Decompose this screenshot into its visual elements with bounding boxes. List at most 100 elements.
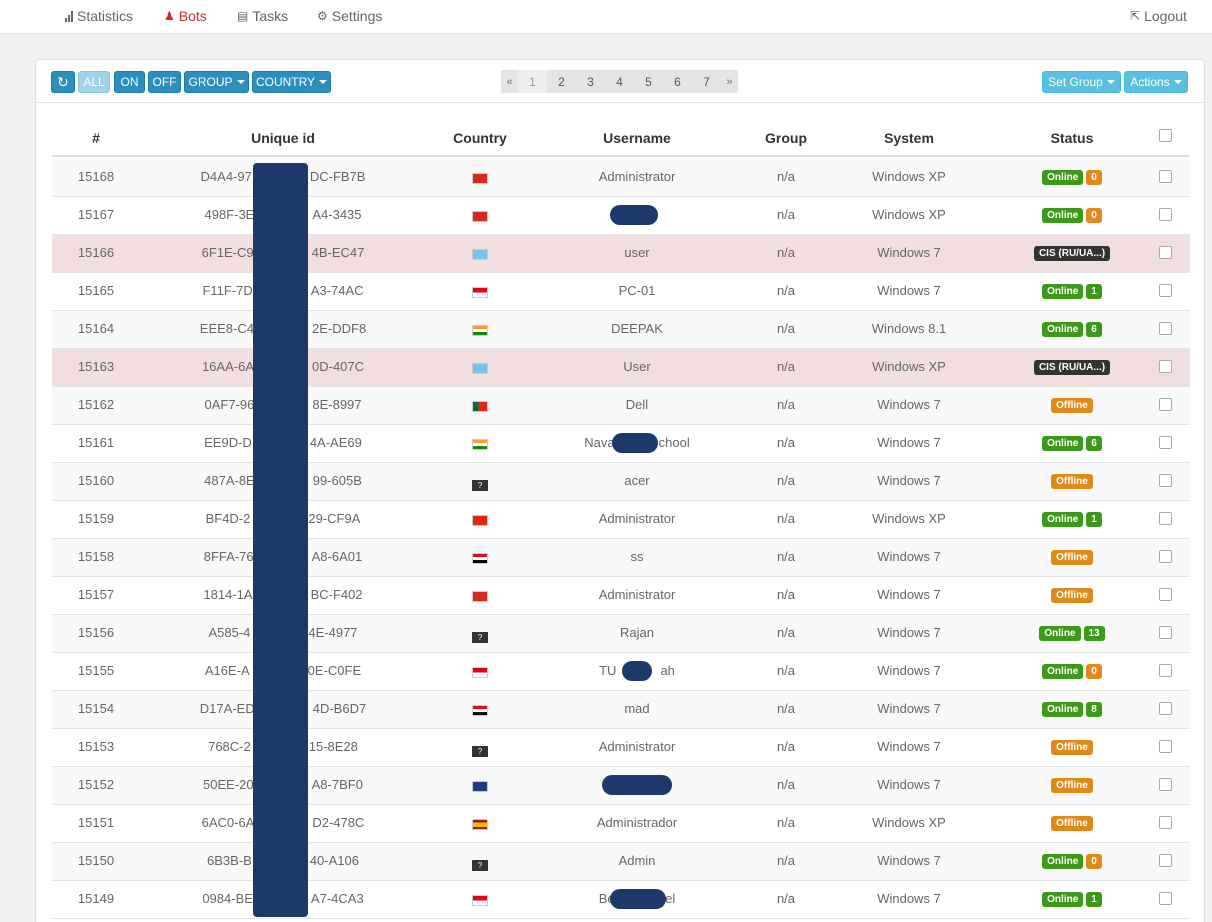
table-row[interactable]: 15164 EEE8-C4 2E-DDF8 DEEPAK n/a Windows … [52,311,1190,349]
row-checkbox[interactable] [1156,892,1174,908]
task-count-badge: 6 [1086,322,1102,337]
country-flag [452,248,508,263]
table-row[interactable]: 15155 A16E-A 0E-C0FE TU ah n/a Windows 7 O… [52,653,1190,691]
status: Online 1 [992,512,1152,527]
pagination-page-7[interactable]: 7 [692,70,721,93]
row-checkbox[interactable] [1156,816,1174,832]
row-checkbox[interactable] [1156,170,1174,186]
pagination-page-1[interactable]: 1 [518,70,547,93]
row-checkbox[interactable] [1156,208,1174,224]
table-row[interactable]: 15166 6F1E-C9 4B-EC47 user n/a Windows 7 … [52,235,1190,273]
caret-down-icon [236,80,245,84]
flag-kazakhstan-icon [472,363,488,374]
pagination-page-3[interactable]: 3 [576,70,605,93]
group: n/a [776,359,796,374]
username-text: Administrador [596,815,678,830]
select-all-checkbox[interactable] [1156,129,1174,145]
table-row[interactable]: 15165 F11F-7D A3-74AC PC-01 n/a Windows 7… [52,273,1190,311]
row-checkbox[interactable] [1156,702,1174,718]
actions-label: Actions [1130,75,1170,89]
pagination-prev[interactable]: « [501,70,518,93]
unique-id-tail: 4B-EC47 [311,245,365,260]
set-group-button[interactable]: Set Group [1042,71,1121,93]
filter-off-button[interactable]: OFF [148,71,181,93]
status-badge-online: Online [1042,170,1084,185]
header-group: Group [765,130,807,146]
row-checkbox[interactable] [1156,626,1174,642]
unique-id-head: 50EE-20 [203,777,254,792]
group: n/a [776,625,796,640]
nav-logout[interactable]: ⇱ Logout [1130,6,1187,26]
status-badge-offline: Offline [1051,398,1093,413]
row-checkbox[interactable] [1156,398,1174,414]
table-row[interactable]: 15168 D4A4-97 DC-FB7B Administrator n/a W… [52,159,1190,197]
username-text: user [624,245,650,260]
row-checkbox[interactable] [1156,436,1174,452]
nav-settings[interactable]: ⚙ Settings [317,6,382,26]
nav-bots[interactable]: ♟ Bots [164,6,207,26]
table-row[interactable]: 15157 1814-1A BC-F402 Administrator n/a W… [52,577,1190,615]
status-badge-offline: Offline [1051,474,1093,489]
table-row[interactable]: 15153 768C-2 15-8E28 ? Administrator n/a … [52,729,1190,767]
row-checkbox[interactable] [1156,246,1174,262]
flag-vietnam-icon [472,173,488,184]
bots-table-header: # Unique id Country Username Group Syste… [52,120,1190,157]
row-checkbox[interactable] [1156,284,1174,300]
row-checkbox[interactable] [1156,550,1174,566]
table-row[interactable]: 15156 A585-4 4E-4977 ? Rajan n/a Windows … [52,615,1190,653]
actions-button[interactable]: Actions [1124,71,1188,93]
row-checkbox[interactable] [1156,360,1174,376]
row-checkbox[interactable] [1156,512,1174,528]
username: Admin [552,853,722,868]
filter-on-button[interactable]: ON [114,71,145,93]
flag-unknown-icon: ? [472,860,488,871]
system: Windows 7 [877,701,941,716]
group: n/a [776,739,796,754]
country-flag [452,666,508,681]
flag-portugal-icon [472,401,488,412]
username: mad [552,701,722,716]
pagination-page-2[interactable]: 2 [547,70,576,93]
group-dropdown-button[interactable]: GROUP [184,71,249,93]
table-row[interactable]: 15158 8FFA-76 A8-6A01 ss n/a Windows 7 Of… [52,539,1190,577]
nav-statistics[interactable]: Statistics [65,6,133,26]
unique-id-head: EE9D-D [204,435,252,450]
row-checkbox[interactable] [1156,854,1174,870]
row-checkbox[interactable] [1156,474,1174,490]
country-dropdown-button[interactable]: COUNTRY [252,71,331,93]
unique-id-head: 498F-3E [204,207,255,222]
row-checkbox[interactable] [1156,740,1174,756]
table-row[interactable]: 15151 6AC0-6A D2-478C Administrador n/a W… [52,805,1190,843]
unique-id-tail: A4-3435 [312,207,362,222]
pagination-page-6[interactable]: 6 [663,70,692,93]
status: Online 0 [992,208,1152,223]
row-checkbox[interactable] [1156,664,1174,680]
table-row[interactable]: 15159 BF4D-2 29-CF9A Administrator n/a Wi… [52,501,1190,539]
flag-vietnam-icon [472,211,488,222]
pagination-page-5[interactable]: 5 [634,70,663,93]
flag-indonesia-icon [472,287,488,298]
nav-settings-label: Settings [331,8,383,24]
unique-id-tail: A8-7BF0 [311,777,363,792]
logout-icon: ⇱ [1130,9,1141,23]
pagination-next[interactable]: » [721,70,738,93]
row-checkbox[interactable] [1156,778,1174,794]
table-row[interactable]: 15160 487A-8E 99-605B ? acer n/a Windows … [52,463,1190,501]
unique-id-head: 6F1E-C9 [201,245,254,260]
table-row[interactable]: 15162 0AF7-96 8E-8997 Dell n/a Windows 7 … [52,387,1190,425]
status-badge-online: Online [1042,322,1084,337]
pagination-page-4[interactable]: 4 [605,70,634,93]
unique-id-head: 1814-1A [203,587,253,602]
nav-tasks[interactable]: ▤ Tasks [237,6,288,26]
row-checkbox[interactable] [1156,588,1174,604]
group: n/a [776,321,796,336]
table-row[interactable]: 15150 6B3B-B 40-A106 ? Admin n/a Windows … [52,843,1190,881]
header-status: Status [1050,130,1094,146]
set-group-label: Set Group [1048,75,1103,89]
filter-all-button[interactable]: ALL [78,71,110,93]
system: Windows 7 [877,777,941,792]
table-row[interactable]: 15163 16AA-6A 0D-407C User n/a Windows XP… [52,349,1190,387]
table-row[interactable]: 15154 D17A-ED 4D-B6D7 mad n/a Windows 7 O… [52,691,1190,729]
refresh-button[interactable]: ↻ [51,71,75,93]
row-checkbox[interactable] [1156,322,1174,338]
